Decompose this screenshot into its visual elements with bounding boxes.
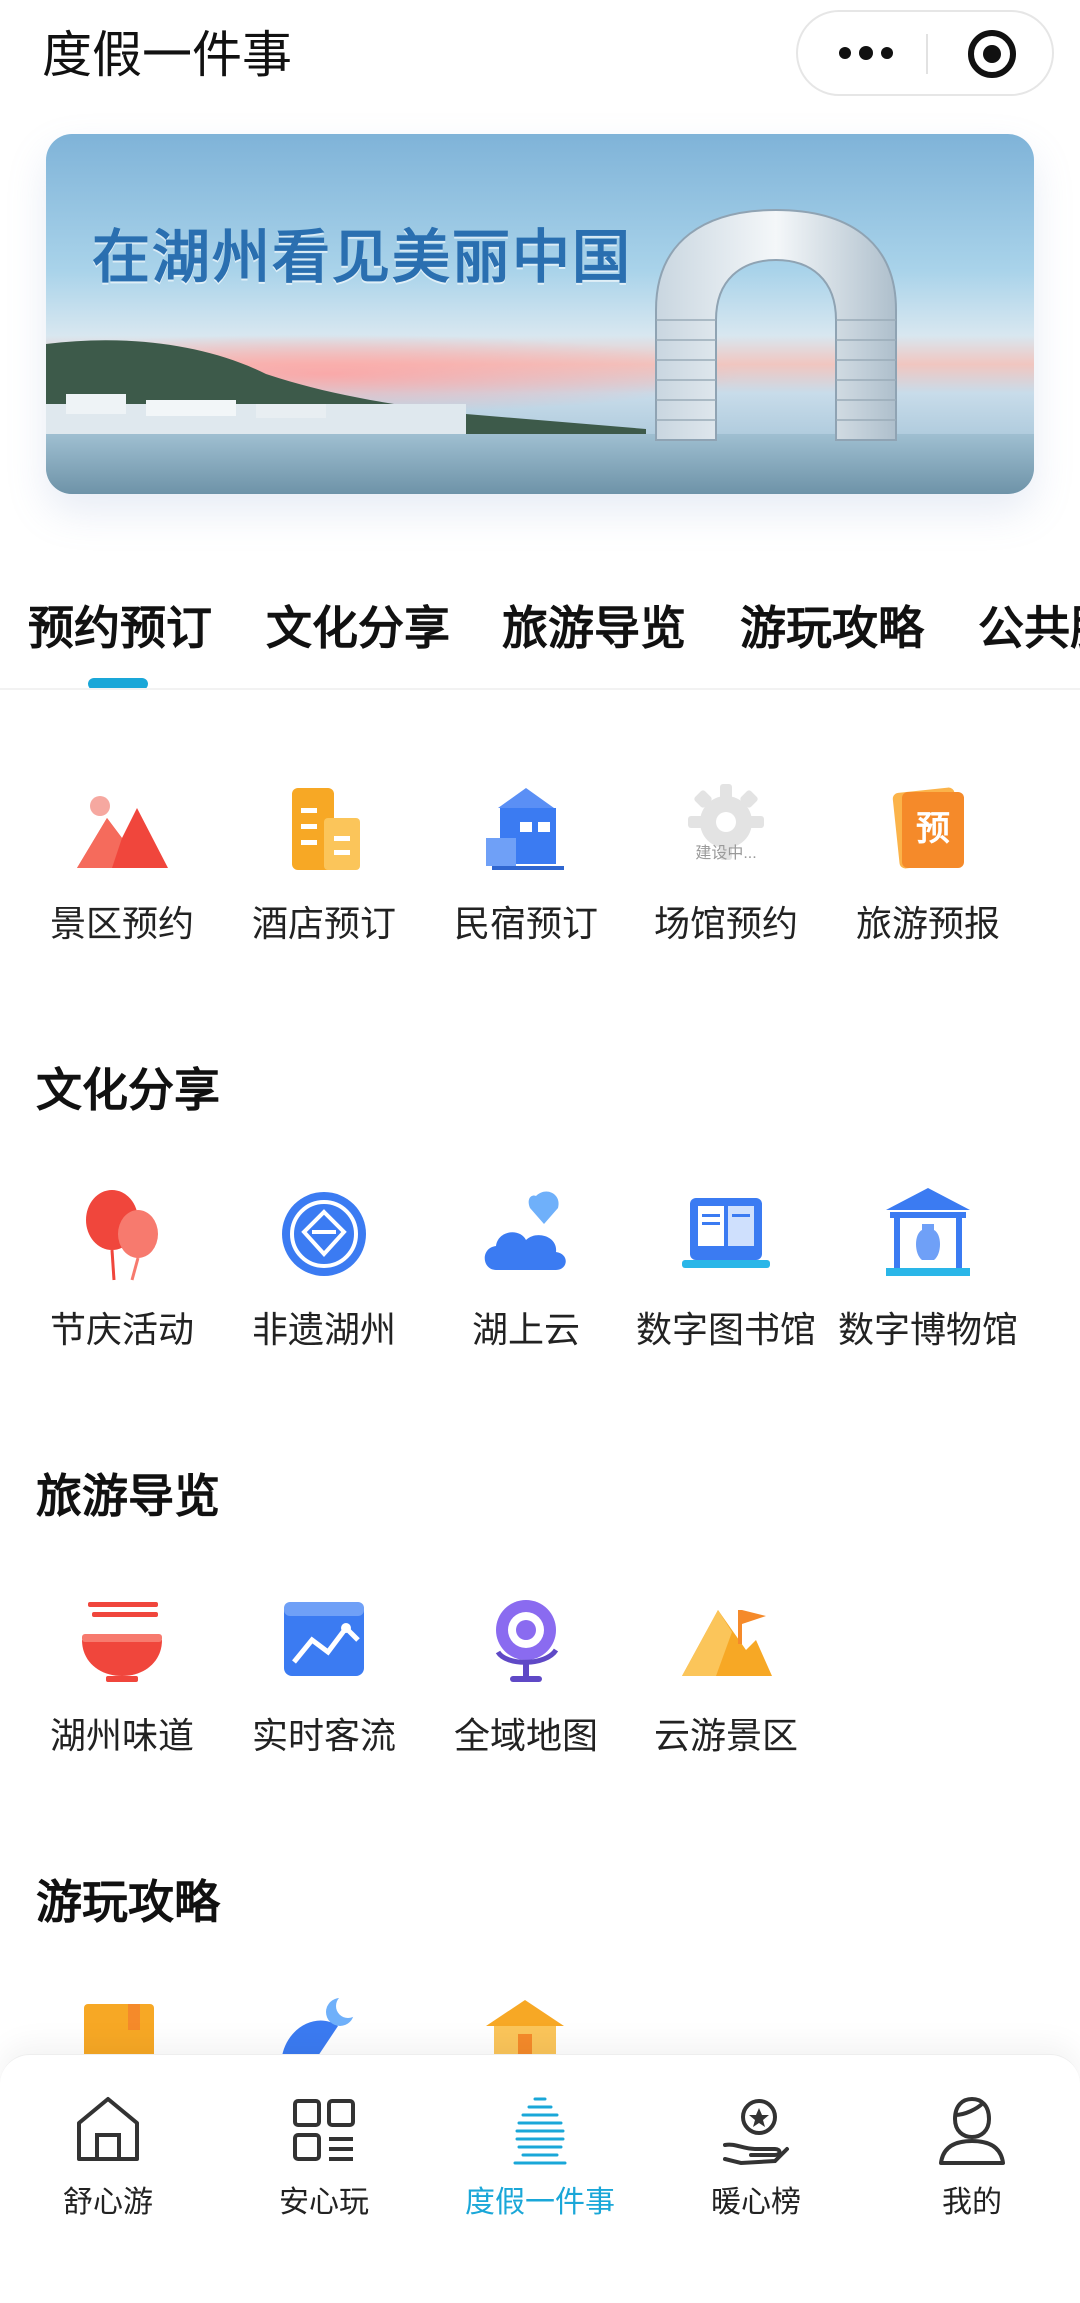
grid-item-hotel-booking[interactable]: 酒店预订 (224, 778, 424, 978)
award-hand-icon (723, 2099, 789, 2166)
section-title-strategy: 游玩攻略 (36, 1875, 220, 1929)
grid-item-cloud-on-lake[interactable]: 湖上云 (426, 1184, 626, 1384)
grid-item-label: 湖上云 (471, 1310, 580, 1351)
tab-strategy[interactable]: 游玩攻略 (740, 598, 924, 658)
grid-item-homestay-booking[interactable]: 民宿预订 (426, 778, 626, 978)
grid-item-label: 全域地图 (453, 1716, 598, 1757)
grid-item-venue-booking[interactable]: 建设中... 场馆预约 (626, 778, 826, 978)
grid-item-label: 景区预约 (49, 904, 194, 945)
tab-guide[interactable]: 旅游导览 (502, 598, 686, 658)
category-tabs: 预约预订 文化分享 旅游导览 游玩攻略 公共服务 (0, 580, 1080, 690)
target-icon[interactable] (968, 30, 1016, 78)
cloud-heart-icon (484, 1191, 566, 1270)
hero-banner[interactable]: 在湖州看见美丽中国 (46, 134, 1034, 494)
gear-icon: 建设中... (688, 784, 764, 862)
grid-item-label: 旅游预报 (855, 904, 1000, 945)
grid-item-digital-museum[interactable]: 数字博物馆 (828, 1184, 1028, 1384)
capsule-divider (926, 34, 928, 74)
grid-icon (293, 2099, 355, 2161)
grid-item-festival[interactable]: 节庆活动 (22, 1184, 222, 1384)
horseshoe-hotel (655, 208, 897, 441)
grid-item-travel-forecast[interactable]: 预 旅游预报 (828, 778, 1028, 978)
more-dots-icon[interactable] (826, 12, 906, 94)
globe-icon (495, 1600, 559, 1682)
section-title-culture: 文化分享 (36, 1063, 220, 1117)
nav-item-safe-play[interactable]: 安心玩 (234, 2093, 414, 2273)
guidebook-icon[interactable] (80, 1996, 160, 2056)
user-icon (939, 2096, 1005, 2165)
nav-item-vacation[interactable]: 度假一件事 (450, 2093, 630, 2273)
home-icon (77, 2097, 139, 2161)
book-icon (682, 1198, 770, 1268)
vacation-icon (513, 2097, 567, 2165)
page-title: 度假一件事 (42, 26, 292, 84)
grid-item-cloud-scenic[interactable]: 云游景区 (626, 1590, 826, 1790)
night-icon[interactable] (278, 1996, 368, 2056)
grid-item-label: 云游景区 (653, 1716, 798, 1757)
nav-label: 暖心榜 (711, 2185, 801, 2220)
grid-item-label: 非遗湖州 (251, 1310, 396, 1351)
nav-label: 安心玩 (279, 2185, 369, 2220)
nav-item-comfort-tour[interactable]: 舒心游 (18, 2093, 198, 2273)
section-title-guide: 旅游导览 (36, 1469, 220, 1523)
nav-label: 舒心游 (63, 2185, 153, 2220)
house-icon (486, 788, 564, 870)
tab-active-indicator (88, 678, 148, 688)
grid-item-label: 数字图书馆 (635, 1310, 816, 1351)
mini-program-capsule (796, 10, 1054, 96)
balloon-icon (86, 1190, 158, 1281)
grid-item-digital-library[interactable]: 数字图书馆 (626, 1184, 826, 1384)
grid-item-label: 酒店预订 (251, 904, 396, 945)
heritage-icon (282, 1192, 366, 1276)
pavilion-icon[interactable] (480, 1996, 570, 2056)
grid-item-huzhou-taste[interactable]: 湖州味道 (22, 1590, 222, 1790)
bottom-navigation: 舒心游 安心玩 度假一件事 暖心榜 我的 (0, 2054, 1080, 2303)
nav-label: 度假一件事 (465, 2185, 615, 2220)
banner-slogan: 在湖州看见美丽中国 (92, 223, 633, 291)
grid-item-label: 节庆活动 (49, 1310, 194, 1351)
grid-item-label: 湖州味道 (49, 1716, 194, 1757)
noodle-bowl-icon (82, 1602, 162, 1682)
grid-item-label: 数字博物馆 (837, 1310, 1018, 1351)
grid-item-label: 场馆预约 (653, 904, 798, 945)
grid-item-realtime-flow[interactable]: 实时客流 (224, 1590, 424, 1790)
nav-item-mine[interactable]: 我的 (882, 2093, 1062, 2273)
flag-mountain-icon (682, 1610, 772, 1676)
nav-label: 我的 (942, 2185, 1002, 2220)
tab-culture[interactable]: 文化分享 (266, 598, 450, 658)
svg-text:预: 预 (916, 810, 950, 848)
grid-item-label: 实时客流 (251, 1716, 396, 1757)
chart-icon (284, 1602, 364, 1676)
grid-item-label: 民宿预订 (453, 904, 598, 945)
tab-public-service[interactable]: 公共服务 (978, 598, 1080, 658)
forecast-icon: 预 (892, 787, 964, 869)
grid-item-heritage[interactable]: 非遗湖州 (224, 1184, 424, 1384)
museum-icon (886, 1188, 970, 1276)
grid-item-full-map[interactable]: 全域地图 (426, 1590, 626, 1790)
top-bar: 度假一件事 (0, 0, 1080, 120)
tab-booking[interactable]: 预约预订 (28, 598, 212, 658)
grid-item-scenic-booking[interactable]: 景区预约 (22, 778, 222, 978)
nav-item-warm-list[interactable]: 暖心榜 (666, 2093, 846, 2273)
svg-text:建设中...: 建设中... (695, 844, 756, 862)
hotel-icon (292, 788, 360, 870)
mountain-icon (77, 796, 168, 868)
